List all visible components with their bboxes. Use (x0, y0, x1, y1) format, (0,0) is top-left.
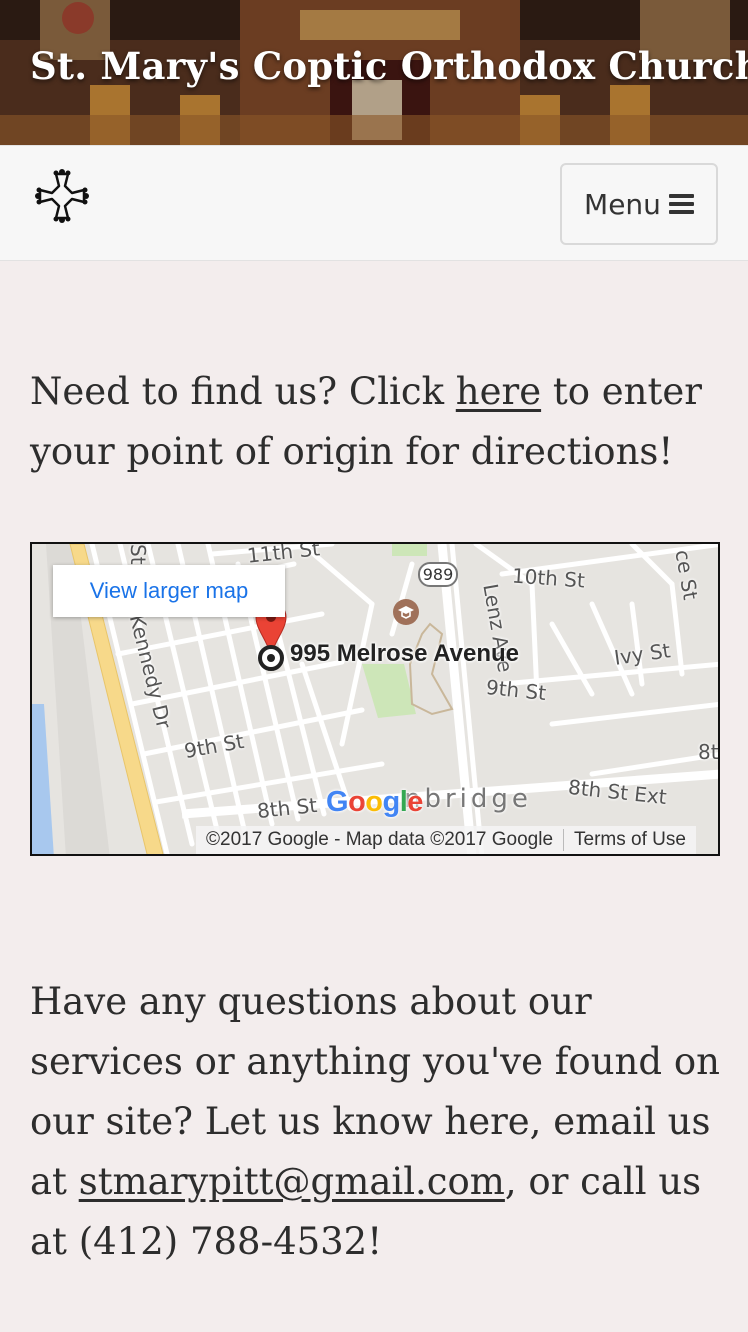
google-logo: Google (326, 786, 423, 819)
target-dot-icon (258, 645, 284, 671)
terms-of-use-link[interactable]: Terms of Use (564, 829, 696, 851)
directions-text: Need to find us? Click here to enter you… (30, 362, 720, 482)
map-street-label: St (126, 544, 150, 565)
google-logo-letter: o (365, 786, 383, 818)
google-logo-letter: G (326, 786, 349, 818)
map-copyright: ©2017 Google - Map data ©2017 Google (206, 829, 554, 850)
map-embed[interactable]: 11th St St 10th St Lenz Ave ce St Ivy St… (30, 542, 720, 856)
header-banner: St. Mary's Coptic Orthodox Church (0, 0, 748, 145)
google-logo-letter: g (382, 786, 401, 818)
google-logo-letter: e (407, 786, 423, 818)
map-address-label: 995 Melrose Avenue (290, 640, 519, 667)
site-title[interactable]: St. Mary's Coptic Orthodox Church (30, 44, 748, 88)
route-shield: 989 (418, 562, 458, 587)
contact-text: Have any questions about our services or… (30, 972, 720, 1272)
menu-button[interactable]: Menu (560, 163, 718, 245)
google-logo-letter: o (348, 786, 366, 818)
directions-link[interactable]: here (456, 370, 541, 413)
map-street-label: 8t (698, 740, 719, 764)
menu-label: Menu (584, 187, 661, 221)
view-larger-map-button[interactable]: View larger map (53, 565, 285, 617)
email-link[interactable]: stmarypitt@gmail.com (79, 1160, 505, 1203)
directions-text-before: Need to find us? Click (30, 370, 456, 413)
school-icon (393, 599, 419, 625)
map-place-label: nbridge (404, 784, 532, 814)
navbar: Menu (0, 145, 748, 261)
coptic-cross-icon[interactable] (32, 166, 92, 226)
map-street-label: 10th St (511, 563, 586, 593)
hamburger-icon (668, 194, 694, 214)
map-attribution: ©2017 Google - Map data ©2017 Google Ter… (196, 826, 696, 854)
